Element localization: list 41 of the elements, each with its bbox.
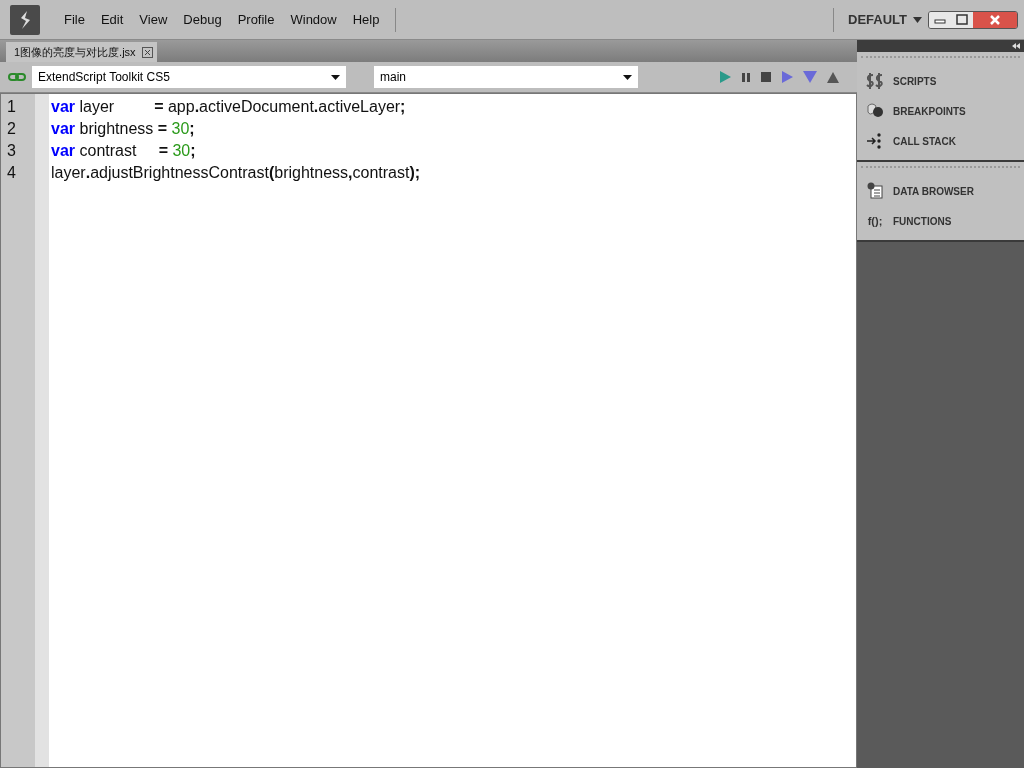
up-triangle-icon[interactable] — [827, 71, 839, 83]
function-icon: f(); — [867, 215, 883, 227]
menu-item[interactable]: Debug — [175, 12, 230, 27]
minimize-icon[interactable] — [929, 11, 951, 28]
arrow-dots-icon — [866, 132, 884, 150]
panel-item[interactable]: DATA BROWSER — [857, 176, 1024, 206]
tab-label: 1图像的亮度与对比度.jsx — [14, 44, 136, 60]
caret-icon[interactable] — [623, 74, 632, 80]
menu-item[interactable]: Profile — [229, 12, 283, 27]
menu-item[interactable]: View — [131, 12, 176, 27]
close-icon[interactable] — [141, 46, 153, 58]
collapse-icon[interactable] — [1012, 43, 1020, 49]
line-number: 2 — [6, 119, 17, 139]
line-number: 4 — [6, 163, 17, 183]
code-line: layer.adjustBrightnessContrast(brightness,contrast); — [51, 163, 421, 183]
target-dropdown[interactable]: ExtendScript Toolkit CS5 — [32, 66, 346, 88]
panel-item[interactable]: SCRIPTS — [857, 66, 1024, 96]
logo-icon — [18, 9, 32, 30]
code-line: var brightness = 30; — [51, 119, 196, 139]
line-number: 3 — [6, 141, 17, 161]
document-icon — [866, 182, 884, 200]
menu-item[interactable]: Window — [282, 12, 345, 27]
caret-icon[interactable] — [331, 74, 340, 80]
breakpoint-icon — [866, 102, 884, 120]
panel-item[interactable]: f(); FUNCTIONS — [857, 206, 1024, 236]
menu-item[interactable]: File — [56, 12, 93, 27]
function-dropdown[interactable]: main — [374, 66, 638, 88]
maximize-icon[interactable] — [951, 11, 973, 28]
menu-item[interactable]: Help — [344, 12, 388, 27]
panel-item[interactable]: CALL STACK — [857, 126, 1024, 156]
dollar-icon — [866, 72, 884, 90]
close-icon[interactable] — [973, 11, 1017, 28]
caret-icon[interactable] — [913, 16, 922, 23]
panel-item[interactable]: BREAKPOINTS — [857, 96, 1024, 126]
document-tab[interactable]: 1图像的亮度与对比度.jsx — [6, 42, 157, 62]
pause-icon[interactable] — [741, 72, 751, 82]
workspace-switcher[interactable]: DEFAULT — [848, 12, 907, 27]
code-line: var contrast = 30; — [51, 141, 197, 161]
code-line: var layer = app.activeDocument.activeLayer; — [51, 97, 407, 117]
menu-item[interactable]: Edit — [92, 12, 132, 27]
line-number: 1 — [6, 97, 17, 117]
